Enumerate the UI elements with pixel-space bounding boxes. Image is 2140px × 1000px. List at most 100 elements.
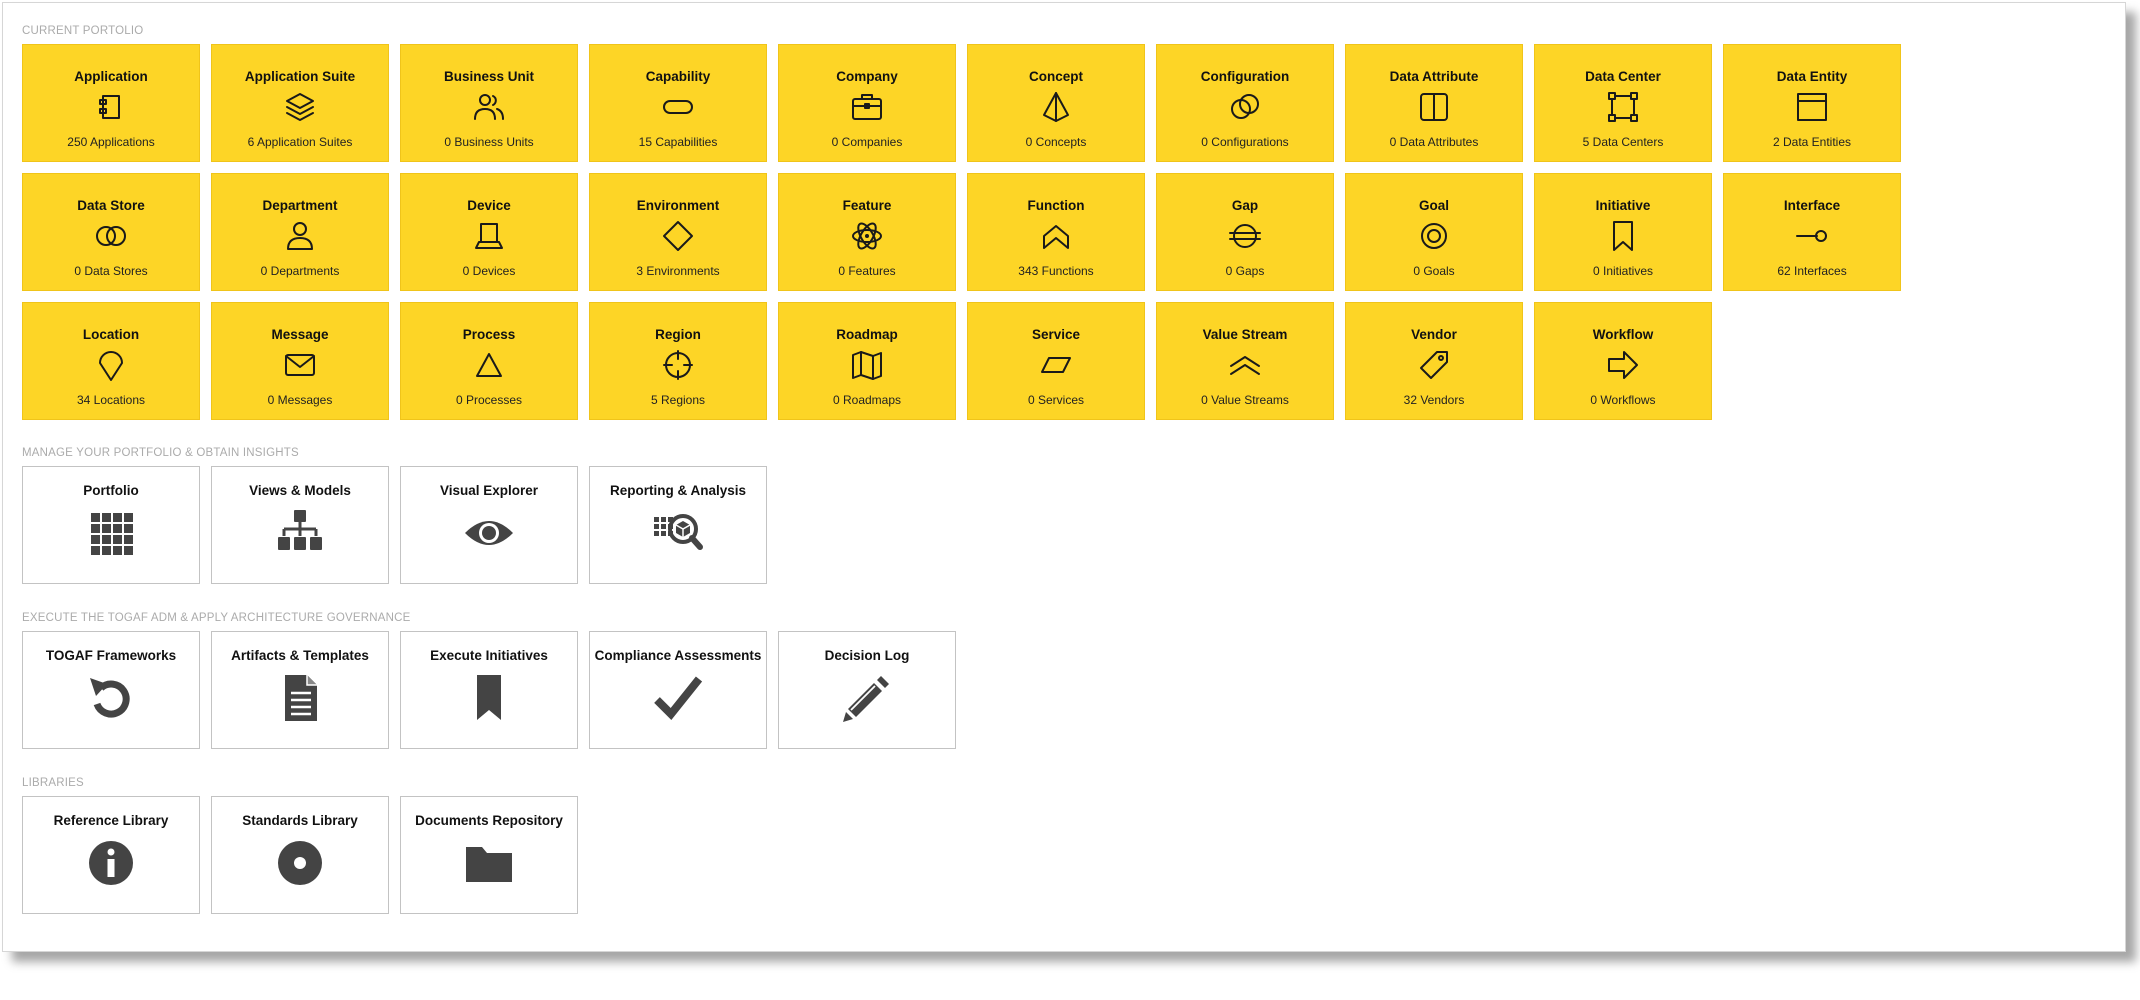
portfolio-tile-location[interactable]: Location 34 Locations: [22, 302, 200, 420]
tile-title: Application Suite: [244, 69, 356, 84]
tile-title: Compliance Assessments: [594, 648, 762, 663]
libraries-tile-standards-library[interactable]: Standards Library: [211, 796, 389, 914]
portfolio-tile-data-store[interactable]: Data Store 0 Data Stores: [22, 173, 200, 291]
portfolio-tile-capability[interactable]: Capability 15 Capabilities: [589, 44, 767, 162]
map-icon: [849, 347, 885, 383]
tile-title: Service: [1031, 327, 1081, 342]
tile-title: Gap: [1231, 198, 1259, 213]
tile-title: Environment: [636, 198, 720, 213]
tile-count: 32 Vendors: [1403, 393, 1465, 407]
portfolio-tile-function[interactable]: Function 343 Functions: [967, 173, 1145, 291]
portfolio-tile-initiative[interactable]: Initiative 0 Initiatives: [1534, 173, 1712, 291]
tile-title: Standards Library: [242, 813, 358, 828]
portfolio-tile-data-attribute[interactable]: Data Attribute 0 Data Attributes: [1345, 44, 1523, 162]
portfolio-tile-company[interactable]: Company 0 Companies: [778, 44, 956, 162]
tile-title: TOGAF Frameworks: [45, 648, 177, 663]
portfolio-tile-application[interactable]: Application 250 Applications: [22, 44, 200, 162]
disc-icon: [274, 837, 326, 889]
tile-title: Process: [462, 327, 516, 342]
tile-title: Configuration: [1200, 69, 1290, 84]
tile-title: Initiative: [1595, 198, 1651, 213]
tile-count: 5 Regions: [650, 393, 706, 407]
analysis-search-icon: [652, 507, 704, 559]
manage-tile-portfolio[interactable]: Portfolio: [22, 466, 200, 584]
portfolio-tile-vendor[interactable]: Vendor 32 Vendors: [1345, 302, 1523, 420]
manage-tile-reporting-and-analysis[interactable]: Reporting & Analysis: [589, 466, 767, 584]
tile-title: Execute Initiatives: [430, 648, 548, 663]
tile-title: Decision Log: [824, 648, 910, 663]
portfolio-tile-business-unit[interactable]: Business Unit 0 Business Units: [400, 44, 578, 162]
eye-icon: [463, 507, 515, 559]
execute-tile-decision-log[interactable]: Decision Log: [778, 631, 956, 749]
portfolio-tile-interface[interactable]: Interface 62 Interfaces: [1723, 173, 1901, 291]
overlap-circles-icon: [1227, 89, 1263, 125]
bookmark-icon: [1605, 218, 1641, 254]
info-icon: [85, 837, 137, 889]
tile-count: 0 Roadmaps: [832, 393, 902, 407]
tile-count: 3 Environments: [636, 264, 720, 278]
portfolio-tile-application-suite[interactable]: Application Suite 6 Application Suites: [211, 44, 389, 162]
manage-tile-views-and-models[interactable]: Views & Models: [211, 466, 389, 584]
section-label-execute: EXECUTE THE TOGAF ADM & APPLY ARCHITECTU…: [22, 612, 411, 624]
portfolio-tile-workflow[interactable]: Workflow 0 Workflows: [1534, 302, 1712, 420]
execute-tile-execute-initiatives[interactable]: Execute Initiatives: [400, 631, 578, 749]
tile-title: Goal: [1418, 198, 1449, 213]
triangle-icon: [471, 347, 507, 383]
circle-lines-icon: [1227, 218, 1263, 254]
portfolio-tile-data-center[interactable]: Data Center 5 Data Centers: [1534, 44, 1712, 162]
briefcase-icon: [849, 89, 885, 125]
tile-count: 0 Configurations: [1201, 135, 1289, 149]
layers-icon: [282, 89, 318, 125]
map-pin-icon: [93, 347, 129, 383]
users-icon: [471, 89, 507, 125]
portfolio-tile-goal[interactable]: Goal 0 Goals: [1345, 173, 1523, 291]
execute-tile-artifacts-and-templates[interactable]: Artifacts & Templates: [211, 631, 389, 749]
tile-title: Visual Explorer: [439, 483, 539, 498]
tile-count: 34 Locations: [76, 393, 146, 407]
portfolio-tile-device[interactable]: Device 0 Devices: [400, 173, 578, 291]
home-panel: CURRENT PORTOLIO Application 250 Applicat…: [2, 2, 2126, 952]
tile-title: Data Entity: [1776, 69, 1848, 84]
document-icon: [274, 672, 326, 724]
portfolio-tile-environment[interactable]: Environment 3 Environments: [589, 173, 767, 291]
prism-icon: [1038, 89, 1074, 125]
section-label-libraries: LIBRARIES: [22, 777, 84, 789]
portfolio-tile-message[interactable]: Message 0 Messages: [211, 302, 389, 420]
execute-tile-compliance-assessments[interactable]: Compliance Assessments: [589, 631, 767, 749]
execute-tile-togaf-frameworks[interactable]: TOGAF Frameworks: [22, 631, 200, 749]
hierarchy-icon: [274, 507, 326, 559]
tile-count: 0 Features: [838, 264, 896, 278]
portfolio-tile-value-stream[interactable]: Value Stream 0 Value Streams: [1156, 302, 1334, 420]
tile-count: 0 Messages: [267, 393, 333, 407]
tile-title: Interface: [1783, 198, 1841, 213]
tile-count: 0 Workflows: [1590, 393, 1656, 407]
portfolio-tile-gap[interactable]: Gap 0 Gaps: [1156, 173, 1334, 291]
section-label-current-portfolio: CURRENT PORTOLIO: [22, 25, 144, 37]
libraries-tile-reference-library[interactable]: Reference Library: [22, 796, 200, 914]
laptop-icon: [471, 218, 507, 254]
grid-icon: [85, 507, 137, 559]
manage-tile-visual-explorer[interactable]: Visual Explorer: [400, 466, 578, 584]
diamond-icon: [660, 218, 696, 254]
portfolio-tile-concept[interactable]: Concept 0 Concepts: [967, 44, 1145, 162]
tile-count: 0 Processes: [455, 393, 523, 407]
section-label-manage: MANAGE YOUR PORTFOLIO & OBTAIN INSIGHTS: [22, 447, 299, 459]
portfolio-tile-feature[interactable]: Feature 0 Features: [778, 173, 956, 291]
portfolio-tile-configuration[interactable]: Configuration 0 Configurations: [1156, 44, 1334, 162]
portfolio-tile-department[interactable]: Department 0 Departments: [211, 173, 389, 291]
portfolio-tile-service[interactable]: Service 0 Services: [967, 302, 1145, 420]
tile-count: 0 Initiatives: [1592, 264, 1654, 278]
tile-title: Function: [1027, 198, 1085, 213]
portfolio-tile-data-entity[interactable]: Data Entity 2 Data Entities: [1723, 44, 1901, 162]
chevron-up-icon: [1038, 218, 1074, 254]
tile-title: Device: [467, 198, 511, 213]
portfolio-tile-region[interactable]: Region 5 Regions: [589, 302, 767, 420]
tile-title: Location: [82, 327, 140, 342]
libraries-tile-documents-repository[interactable]: Documents Repository: [400, 796, 578, 914]
tile-title: Views & Models: [249, 483, 351, 498]
portfolio-tile-process[interactable]: Process 0 Processes: [400, 302, 578, 420]
tile-count: 0 Data Attributes: [1389, 135, 1479, 149]
folder-icon: [463, 837, 515, 889]
portfolio-tile-roadmap[interactable]: Roadmap 0 Roadmaps: [778, 302, 956, 420]
tile-count: 0 Business Units: [444, 135, 534, 149]
